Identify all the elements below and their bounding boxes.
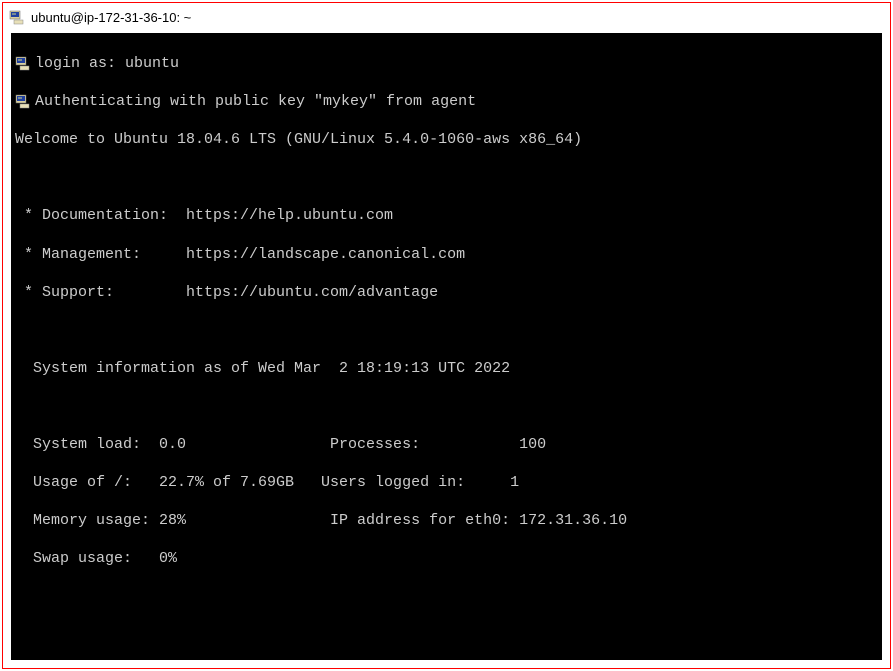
sysinfo-row: Swap usage: 0% (15, 549, 878, 568)
support-line: * Support: https://ubuntu.com/advantage (15, 283, 878, 302)
sysinfo-row: Usage of /: 22.7% of 7.69GB Users logged… (15, 473, 878, 492)
auth-line: Authenticating with public key "mykey" f… (15, 92, 878, 111)
putty-icon (15, 93, 31, 109)
documentation-line: * Documentation: https://help.ubuntu.com (15, 206, 878, 225)
titlebar[interactable]: ubuntu@ip-172-31-36-10: ~ (3, 3, 890, 31)
management-line: * Management: https://landscape.canonica… (15, 245, 878, 264)
login-user: ubuntu (125, 55, 179, 72)
terminal-area[interactable]: login as: ubuntu Authenticating with pub… (11, 33, 882, 660)
blank-line (15, 321, 878, 340)
login-line: login as: ubuntu (15, 54, 878, 73)
blank-line (15, 587, 878, 606)
putty-icon (9, 9, 25, 25)
auth-text: Authenticating with public key "mykey" f… (35, 93, 476, 110)
sysinfo-header: System information as of Wed Mar 2 18:19… (15, 359, 878, 378)
putty-window: ubuntu@ip-172-31-36-10: ~ login as: ubun… (2, 2, 891, 669)
sysinfo-row: Memory usage: 28% IP address for eth0: 1… (15, 511, 878, 530)
blank-line (15, 625, 878, 644)
window-title: ubuntu@ip-172-31-36-10: ~ (31, 10, 191, 25)
sysinfo-row: System load: 0.0 Processes: 100 (15, 435, 878, 454)
blank-line (15, 397, 878, 416)
putty-icon (15, 55, 31, 71)
welcome-line: Welcome to Ubuntu 18.04.6 LTS (GNU/Linux… (15, 130, 878, 149)
login-as-label: login as: (35, 55, 116, 72)
blank-line (15, 168, 878, 187)
